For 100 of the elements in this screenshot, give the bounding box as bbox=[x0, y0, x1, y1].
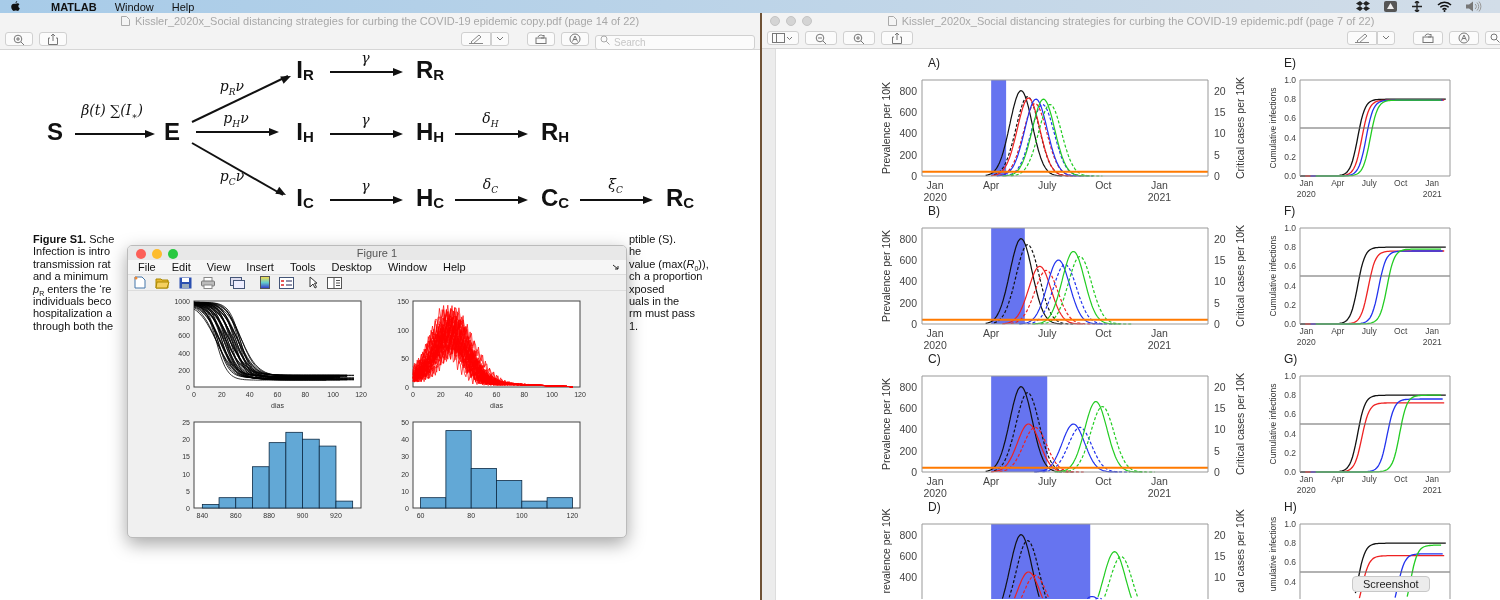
tick-label: Oct bbox=[1394, 326, 1408, 336]
caption-text: xposed bbox=[629, 282, 665, 295]
tick-label: 0.4 bbox=[1284, 576, 1296, 587]
tick-label: July bbox=[1037, 327, 1057, 339]
histogram-bar bbox=[302, 438, 320, 509]
tick-label: 400 bbox=[899, 275, 917, 288]
zoom-in-icon bbox=[13, 33, 25, 45]
node-label: S bbox=[47, 120, 63, 144]
tick-label: 20 bbox=[1214, 232, 1226, 245]
tick-label: July bbox=[1361, 474, 1377, 484]
edge-label: p$_{H}$ν bbox=[223, 111, 249, 129]
panel-label: D) bbox=[928, 500, 941, 514]
printer-icon[interactable] bbox=[201, 276, 215, 289]
tick-label: 0.8 bbox=[1284, 242, 1296, 253]
tick-label: Jan bbox=[1425, 474, 1440, 484]
new-document-icon[interactable] bbox=[134, 276, 146, 290]
dock-arrow-icon[interactable] bbox=[612, 264, 620, 272]
share-button[interactable] bbox=[881, 31, 913, 46]
apple-icon[interactable] bbox=[10, 0, 21, 13]
panel-label: H) bbox=[1284, 500, 1297, 514]
tick-label: 0.6 bbox=[1284, 409, 1296, 420]
open-folder-icon[interactable] bbox=[155, 276, 170, 289]
caption-text: ptible (S). bbox=[629, 233, 677, 246]
colorbar-icon[interactable] bbox=[260, 276, 270, 290]
tick-label: 200 bbox=[899, 444, 917, 457]
caret-button[interactable] bbox=[491, 32, 509, 46]
caption-text: transmission rat bbox=[33, 257, 111, 271]
zoom-out-button[interactable] bbox=[805, 31, 837, 46]
zoom-out-icon bbox=[815, 32, 827, 44]
tick-label: Apr bbox=[983, 179, 1000, 191]
panel-label: F) bbox=[1284, 204, 1296, 218]
rotate-button[interactable] bbox=[1413, 31, 1443, 46]
menu-item[interactable]: Window bbox=[387, 261, 428, 274]
tick-label: Jan bbox=[926, 475, 944, 487]
boxes-icon[interactable] bbox=[1356, 1, 1370, 12]
node-label: H$_{H}$ bbox=[415, 120, 445, 144]
edge-label: ξ$_{C}$ bbox=[608, 177, 623, 195]
close-button[interactable] bbox=[136, 249, 146, 259]
pen-button[interactable] bbox=[461, 32, 491, 46]
panel-layout-icon[interactable] bbox=[327, 276, 342, 289]
tick-label: 2021 bbox=[1147, 191, 1172, 203]
zoom-in-button[interactable] bbox=[5, 32, 33, 46]
pointer-arrow-icon[interactable] bbox=[309, 276, 318, 290]
plot-browser-icon[interactable] bbox=[230, 276, 245, 289]
menu-item[interactable]: Insert bbox=[246, 261, 274, 274]
rotate-icon bbox=[1422, 33, 1434, 44]
tick-label: 600 bbox=[899, 402, 917, 414]
tick-label: 20 bbox=[1214, 380, 1226, 393]
search-button[interactable] bbox=[1485, 31, 1500, 46]
markup-icon bbox=[569, 33, 581, 45]
tick-label: 0.0 bbox=[1284, 467, 1296, 477]
tick-label: 20 bbox=[1214, 528, 1226, 541]
sidebar-button[interactable] bbox=[767, 31, 799, 46]
legend-icon[interactable] bbox=[279, 276, 294, 289]
axis-title: Prevalence per 10K bbox=[880, 81, 892, 175]
caption-text: 1. bbox=[629, 319, 639, 333]
tick-label: 1.0 bbox=[1284, 519, 1296, 529]
tick-label: Apr bbox=[983, 475, 1000, 487]
volume-icon[interactable] bbox=[1466, 1, 1482, 12]
menu-item[interactable]: Desktop bbox=[331, 261, 372, 274]
tick-label: Apr bbox=[983, 327, 1000, 339]
edge-label: p$_{C}$ν bbox=[219, 169, 245, 187]
search-icon bbox=[600, 34, 610, 45]
edge-label: γ bbox=[361, 179, 370, 193]
markup-button[interactable] bbox=[561, 32, 589, 46]
drive-icon[interactable] bbox=[1384, 1, 1397, 12]
tick-label: 200 bbox=[899, 148, 917, 161]
menu-item[interactable]: View bbox=[206, 261, 231, 274]
caption-text: p$_{R}$ enters the ‘re bbox=[33, 282, 112, 295]
pen-button[interactable] bbox=[1347, 31, 1377, 46]
menu-item[interactable]: Help bbox=[171, 0, 195, 13]
menu-item[interactable]: Help bbox=[443, 261, 466, 274]
wifi-icon[interactable] bbox=[1437, 1, 1452, 12]
rotate-button[interactable] bbox=[527, 32, 555, 46]
tick-label: 400 bbox=[899, 423, 917, 436]
tick-label: 15 bbox=[1214, 402, 1226, 414]
markup-button[interactable] bbox=[1449, 31, 1479, 46]
tick-label: 0.2 bbox=[1284, 299, 1296, 310]
tick-label: Oct bbox=[1394, 178, 1408, 188]
node-label: H$_{C}$ bbox=[415, 186, 445, 210]
menu-item[interactable]: Tools bbox=[289, 261, 316, 274]
menu-item[interactable]: Edit bbox=[171, 261, 191, 274]
share-icon bbox=[892, 32, 902, 44]
tick-label: 0 bbox=[1214, 466, 1220, 478]
share-button[interactable] bbox=[39, 32, 67, 46]
menu-item[interactable]: File bbox=[138, 261, 156, 274]
tick-label: 10 bbox=[1214, 571, 1226, 584]
tick-label: 10 bbox=[1214, 275, 1226, 288]
tick-label: 5 bbox=[1214, 296, 1220, 309]
cross-arrows-icon[interactable] bbox=[1411, 1, 1423, 12]
menu-item[interactable]: MATLAB bbox=[51, 0, 97, 13]
caret-button[interactable] bbox=[1377, 31, 1395, 46]
tick-label: 800 bbox=[899, 528, 917, 541]
tick-label: 0.0 bbox=[1284, 319, 1296, 329]
caption-text: and a minimum bbox=[33, 270, 109, 283]
zoom-in-button[interactable] bbox=[843, 31, 875, 46]
tick-label: 800 bbox=[899, 232, 917, 245]
tick-label: 2021 bbox=[1422, 485, 1442, 495]
menu-item[interactable]: Window bbox=[114, 0, 154, 13]
tick-label: 0 bbox=[1214, 318, 1220, 330]
